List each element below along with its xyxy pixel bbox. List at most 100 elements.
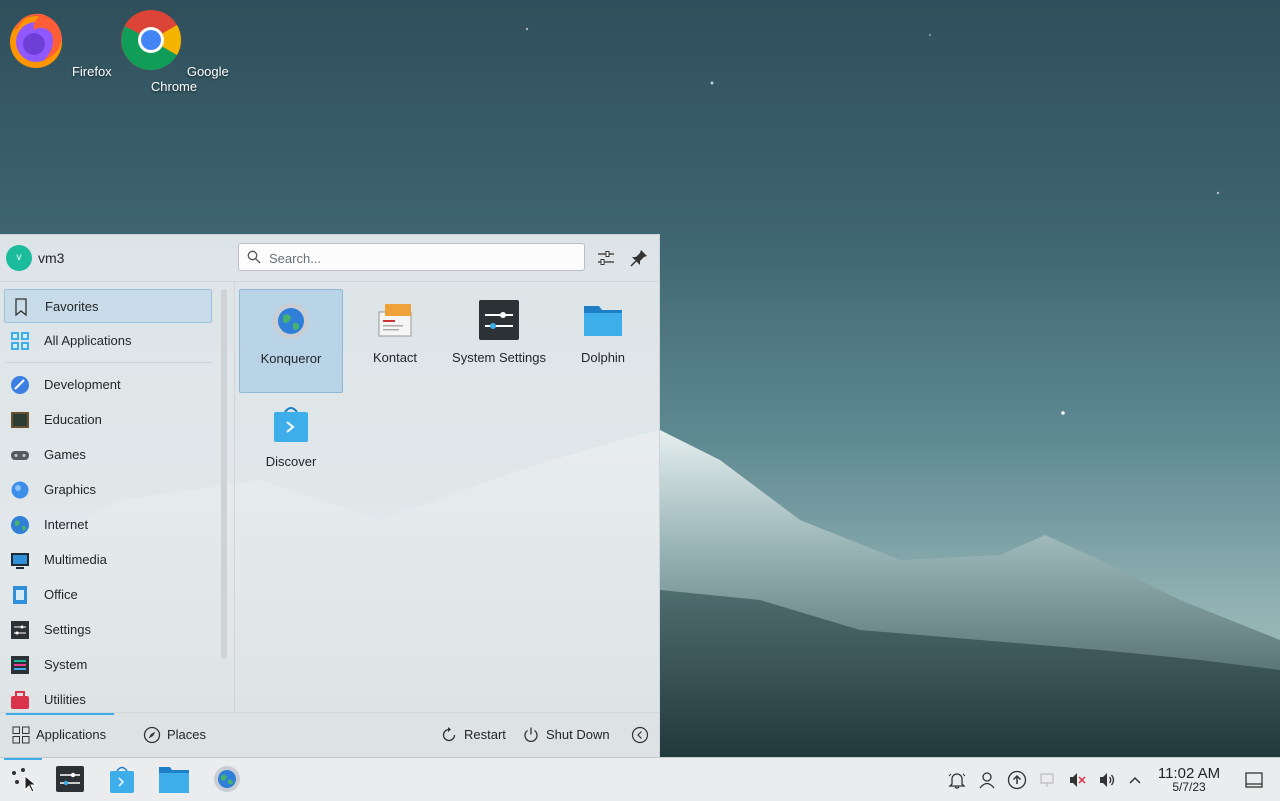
launcher-footer: Applications Places Restart Shut Down bbox=[0, 712, 659, 758]
sidebar-scrollbar[interactable] bbox=[221, 289, 227, 659]
taskbar: 11:02 AM 5/7/23 bbox=[0, 757, 1280, 801]
category-all-applications[interactable]: All Applications bbox=[4, 324, 212, 358]
favorites-grid: Konqueror Kontact System Settings Dolphi… bbox=[238, 289, 658, 709]
grid-apps-icon bbox=[12, 726, 30, 744]
power-icon bbox=[524, 727, 538, 742]
category-label: All Applications bbox=[44, 333, 132, 348]
app-tile-label: Konqueror bbox=[260, 351, 322, 366]
active-tab-indicator bbox=[6, 713, 114, 715]
category-label: Internet bbox=[44, 517, 89, 532]
discover-icon[interactable] bbox=[107, 764, 137, 794]
toolbox-icon bbox=[11, 691, 29, 709]
app-tile-discover[interactable]: Discover bbox=[239, 393, 343, 497]
tab-applications[interactable]: Applications bbox=[12, 725, 116, 745]
desktop-icon-label: Firefox bbox=[71, 64, 112, 79]
configure-icon[interactable] bbox=[595, 247, 617, 269]
launcher-header: v vm3 bbox=[0, 235, 659, 282]
konqueror-icon bbox=[273, 303, 309, 339]
kontact-icon bbox=[378, 304, 412, 337]
category-label: Multimedia bbox=[44, 552, 107, 567]
shutdown-button[interactable]: Shut Down bbox=[522, 725, 617, 745]
development-icon bbox=[11, 376, 29, 394]
konqueror-icon[interactable] bbox=[212, 764, 242, 794]
avatar[interactable]: v bbox=[6, 245, 32, 271]
shutdown-label: Shut Down bbox=[546, 727, 610, 742]
dolphin-folder-icon bbox=[584, 306, 622, 336]
network-icon[interactable] bbox=[1037, 770, 1057, 790]
bookmark-icon bbox=[15, 298, 27, 317]
category-multimedia[interactable]: Multimedia bbox=[4, 543, 212, 577]
category-favorites[interactable]: Favorites bbox=[4, 289, 212, 323]
system-settings-icon[interactable] bbox=[55, 764, 85, 794]
app-tile-kontact[interactable]: Kontact bbox=[343, 289, 447, 393]
system-icon bbox=[11, 656, 29, 674]
multimedia-icon bbox=[11, 553, 29, 569]
gamepad-icon bbox=[11, 451, 29, 460]
category-development[interactable]: Development bbox=[4, 368, 212, 402]
show-desktop-icon[interactable] bbox=[1244, 770, 1264, 790]
desktop-icon-firefox[interactable]: Firefox bbox=[3, 2, 113, 79]
category-label: Education bbox=[44, 412, 102, 427]
updates-icon[interactable] bbox=[1007, 770, 1027, 790]
firefox-icon bbox=[10, 13, 63, 68]
mute-icon[interactable] bbox=[1067, 770, 1087, 790]
compass-icon bbox=[143, 726, 161, 744]
category-label: Settings bbox=[44, 622, 91, 637]
category-settings[interactable]: Settings bbox=[4, 613, 212, 647]
category-label: System bbox=[44, 657, 88, 672]
app-tile-konqueror[interactable]: Konqueror bbox=[239, 289, 343, 393]
tab-label: Places bbox=[167, 727, 207, 742]
restart-label: Restart bbox=[464, 727, 506, 742]
search-icon bbox=[247, 250, 261, 264]
username: vm3 bbox=[38, 250, 65, 266]
category-graphics[interactable]: Graphics bbox=[4, 473, 212, 507]
system-settings-icon bbox=[479, 300, 519, 340]
app-tile-label: Kontact bbox=[372, 350, 418, 365]
settings-icon bbox=[11, 621, 29, 639]
discover-icon bbox=[274, 407, 308, 442]
clock-date[interactable]: 5/7/23 bbox=[1153, 780, 1225, 794]
search-input[interactable] bbox=[267, 246, 581, 270]
app-tile-label: Dolphin bbox=[580, 350, 626, 365]
tab-label: Applications bbox=[36, 727, 107, 742]
tab-places[interactable]: Places bbox=[143, 725, 213, 745]
category-office[interactable]: Office bbox=[4, 578, 212, 612]
education-icon bbox=[11, 412, 29, 428]
category-education[interactable]: Education bbox=[4, 403, 212, 437]
chrome-icon bbox=[121, 10, 182, 71]
category-label: Favorites bbox=[45, 299, 99, 314]
category-system[interactable]: System bbox=[4, 648, 212, 682]
restart-icon bbox=[442, 727, 456, 742]
globe-icon bbox=[11, 516, 29, 534]
category-label: Games bbox=[44, 447, 86, 462]
grid-apps-icon bbox=[11, 332, 29, 350]
category-label: Development bbox=[44, 377, 121, 392]
more-session-options-button[interactable] bbox=[631, 725, 649, 745]
dolphin-folder-icon[interactable] bbox=[159, 764, 189, 794]
category-label: Office bbox=[44, 587, 78, 602]
volume-icon[interactable] bbox=[1097, 770, 1117, 790]
desktop-icon-chrome[interactable]: Google Chrome bbox=[119, 2, 229, 94]
chevron-left-icon bbox=[631, 726, 649, 744]
divider bbox=[6, 362, 212, 363]
active-indicator bbox=[4, 758, 42, 760]
office-icon bbox=[13, 586, 27, 604]
app-launcher-icon[interactable] bbox=[8, 764, 38, 794]
user-icon[interactable] bbox=[977, 770, 997, 790]
graphics-icon bbox=[11, 481, 29, 499]
search-box[interactable] bbox=[238, 243, 585, 271]
app-tile-dolphin[interactable]: Dolphin bbox=[551, 289, 655, 393]
pin-icon[interactable] bbox=[628, 247, 650, 269]
app-tile-system-settings[interactable]: System Settings bbox=[447, 289, 551, 393]
notifications-icon[interactable] bbox=[947, 770, 967, 790]
category-internet[interactable]: Internet bbox=[4, 508, 212, 542]
app-tile-label: Discover bbox=[265, 454, 317, 469]
category-sidebar: Favorites All Applications Development E… bbox=[0, 282, 216, 712]
category-games[interactable]: Games bbox=[4, 438, 212, 472]
category-utilities[interactable]: Utilities bbox=[4, 683, 212, 712]
restart-button[interactable]: Restart bbox=[440, 725, 512, 745]
chevron-up-icon[interactable] bbox=[1125, 770, 1145, 790]
divider bbox=[234, 282, 235, 712]
category-label: Graphics bbox=[44, 482, 97, 497]
application-launcher: v vm3 Favorites bbox=[0, 234, 660, 757]
